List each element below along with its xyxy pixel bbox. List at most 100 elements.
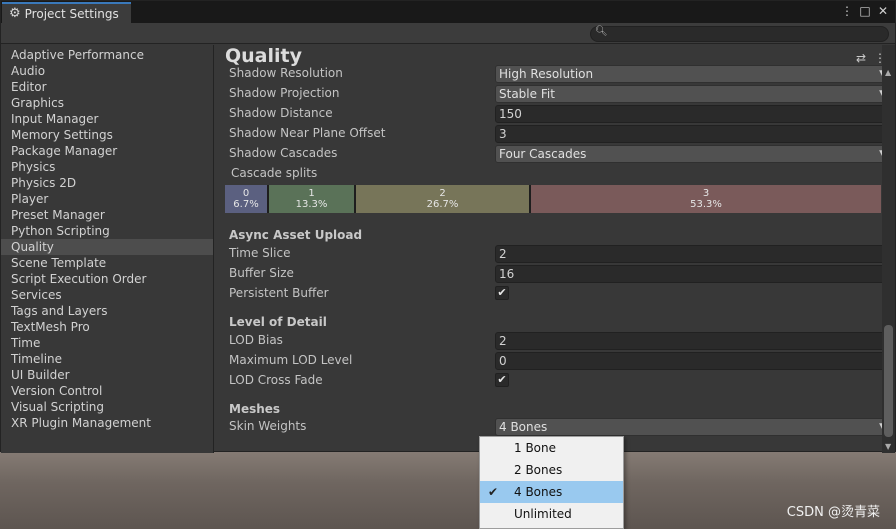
search-input[interactable]: 🔍︎	[590, 26, 889, 42]
shadow-cascades-dropdown[interactable]: Four Cascades ▼	[495, 145, 882, 163]
page-title: Quality	[225, 45, 302, 67]
vertical-scrollbar[interactable]: ▲ ▼	[882, 45, 895, 453]
sidebar-item-script-execution-order[interactable]: Script Execution Order	[1, 271, 213, 287]
cascade-split-percent: 13.3%	[295, 199, 328, 210]
max-lod-field[interactable]: 0	[495, 352, 882, 370]
shadow-resolution-dropdown[interactable]: High Resolution ▼	[495, 65, 882, 83]
sidebar-item-input-manager[interactable]: Input Manager	[1, 111, 213, 127]
settings-sidebar: Adaptive Performance Audio Editor Graphics I…	[1, 45, 214, 453]
shadow-resolution-value: High Resolution	[499, 67, 594, 81]
sidebar-list: Adaptive Performance Audio Editor Graphics I…	[1, 45, 213, 431]
lod-cross-fade-checkbox[interactable]: ✔	[495, 373, 509, 387]
popup-option-2-bones[interactable]: 2 Bones	[480, 459, 623, 481]
shadow-projection-dropdown[interactable]: Stable Fit ▼	[495, 85, 882, 103]
lod-cross-fade-row: LOD Cross Fade ✔	[229, 372, 879, 390]
checkmark-icon: ✔	[497, 286, 507, 299]
lod-bias-field[interactable]: 2	[495, 332, 882, 350]
buffer-size-field[interactable]: 16	[495, 265, 882, 283]
sidebar-item-audio[interactable]: Audio	[1, 63, 213, 79]
lod-cross-fade-label: LOD Cross Fade	[229, 373, 323, 387]
cascade-split-1[interactable]: 1 13.3%	[269, 185, 356, 213]
shadow-resolution-label: Shadow Resolution	[229, 66, 343, 80]
lod-bias-row: LOD Bias 2	[229, 332, 882, 350]
skin-weights-popup-menu: 1 Bone 2 Bones ✔ 4 Bones Unlimited	[479, 436, 624, 529]
shadow-cascades-value: Four Cascades	[499, 147, 587, 161]
cascade-split-index: 0	[242, 188, 250, 199]
sidebar-item-version-control[interactable]: Version Control	[1, 383, 213, 399]
search-icon: 🔍︎	[595, 26, 608, 37]
cascade-split-2[interactable]: 2 26.7%	[356, 185, 531, 213]
cascade-splits-label: Cascade splits	[231, 166, 318, 180]
lod-heading: Level of Detail	[229, 315, 327, 329]
window-title: Project Settings	[24, 6, 119, 21]
toolbar: 🔍︎	[1, 23, 895, 44]
sidebar-item-memory-settings[interactable]: Memory Settings	[1, 127, 213, 143]
sidebar-item-tags-and-layers[interactable]: Tags and Layers	[1, 303, 213, 319]
gear-icon: ⚙	[9, 6, 21, 21]
checkmark-icon: ✔	[497, 373, 507, 386]
shadow-projection-label: Shadow Projection	[229, 86, 340, 100]
cascade-split-0[interactable]: 0 6.7%	[225, 185, 269, 213]
time-slice-label: Time Slice	[229, 246, 291, 260]
maximize-icon[interactable]: □	[859, 4, 871, 18]
sidebar-item-physics[interactable]: Physics	[1, 159, 213, 175]
shadow-near-plane-row: Shadow Near Plane Offset 3	[229, 125, 882, 143]
scroll-down-icon[interactable]: ▼	[885, 442, 891, 451]
settings-content: Quality ⇄ ⋮ Shadow Resolution High Resol…	[215, 45, 882, 453]
sidebar-item-scene-template[interactable]: Scene Template	[1, 255, 213, 271]
max-lod-row: Maximum LOD Level 0	[229, 352, 882, 370]
window-controls: ⋮ □ ✕	[841, 4, 889, 18]
preset-icon[interactable]: ⇄	[856, 51, 866, 65]
shadow-cascades-row: Shadow Cascades Four Cascades ▼	[229, 145, 882, 163]
scroll-up-icon[interactable]: ▲	[885, 68, 891, 77]
sidebar-item-player[interactable]: Player	[1, 191, 213, 207]
sidebar-item-preset-manager[interactable]: Preset Manager	[1, 207, 213, 223]
cascade-splits-bar[interactable]: 0 6.7% 1 13.3% 2 26.7% 3 53.3%	[225, 185, 881, 213]
skin-weights-row: Skin Weights 4 Bones ▼	[229, 418, 882, 436]
popup-option-label: 1 Bone	[514, 441, 557, 455]
title-bar: ⚙ Project Settings ⋮ □ ✕	[1, 1, 895, 23]
persistent-buffer-label: Persistent Buffer	[229, 286, 329, 300]
sidebar-item-python-scripting[interactable]: Python Scripting	[1, 223, 213, 239]
sidebar-item-services[interactable]: Services	[1, 287, 213, 303]
shadow-near-plane-label: Shadow Near Plane Offset	[229, 126, 386, 140]
buffer-size-label: Buffer Size	[229, 266, 294, 280]
meshes-heading: Meshes	[229, 402, 281, 416]
sidebar-item-graphics[interactable]: Graphics	[1, 95, 213, 111]
sidebar-item-editor[interactable]: Editor	[1, 79, 213, 95]
cascade-split-3[interactable]: 3 53.3%	[531, 185, 881, 213]
popup-option-4-bones[interactable]: ✔ 4 Bones	[480, 481, 623, 503]
sidebar-item-ui-builder[interactable]: UI Builder	[1, 367, 213, 383]
sidebar-item-textmesh-pro[interactable]: TextMesh Pro	[1, 319, 213, 335]
sidebar-item-package-manager[interactable]: Package Manager	[1, 143, 213, 159]
cascade-split-percent: 53.3%	[690, 199, 722, 210]
cascade-split-percent: 6.7%	[233, 199, 259, 210]
popup-option-label: Unlimited	[514, 507, 572, 521]
scrollbar-thumb[interactable]	[884, 325, 893, 437]
persistent-buffer-row: Persistent Buffer ✔	[229, 285, 879, 303]
close-icon[interactable]: ✕	[877, 4, 889, 18]
popup-option-1-bone[interactable]: 1 Bone	[480, 437, 623, 459]
time-slice-field[interactable]: 2	[495, 245, 882, 263]
sidebar-item-quality[interactable]: Quality	[1, 239, 213, 255]
shadow-distance-field[interactable]: 150	[495, 105, 882, 123]
sidebar-item-physics-2d[interactable]: Physics 2D	[1, 175, 213, 191]
persistent-buffer-checkbox[interactable]: ✔	[495, 286, 509, 300]
popup-option-label: 4 Bones	[514, 485, 563, 499]
shadow-distance-row: Shadow Distance 150	[229, 105, 882, 123]
max-lod-label: Maximum LOD Level	[229, 353, 353, 367]
sidebar-item-timeline[interactable]: Timeline	[1, 351, 213, 367]
more-options-icon[interactable]: ⋮	[874, 51, 882, 65]
buffer-size-row: Buffer Size 16	[229, 265, 882, 283]
skin-weights-dropdown[interactable]: 4 Bones ▼	[495, 418, 882, 436]
window-tab[interactable]: ⚙ Project Settings	[2, 2, 131, 23]
scene-background	[0, 452, 896, 529]
popup-option-unlimited[interactable]: Unlimited	[480, 503, 623, 525]
more-options-icon[interactable]: ⋮	[841, 4, 853, 18]
lod-bias-label: LOD Bias	[229, 333, 283, 347]
shadow-near-plane-field[interactable]: 3	[495, 125, 882, 143]
sidebar-item-adaptive-performance[interactable]: Adaptive Performance	[1, 47, 213, 63]
sidebar-item-xr-plugin-management[interactable]: XR Plugin Management	[1, 415, 213, 431]
sidebar-item-time[interactable]: Time	[1, 335, 213, 351]
sidebar-item-visual-scripting[interactable]: Visual Scripting	[1, 399, 213, 415]
